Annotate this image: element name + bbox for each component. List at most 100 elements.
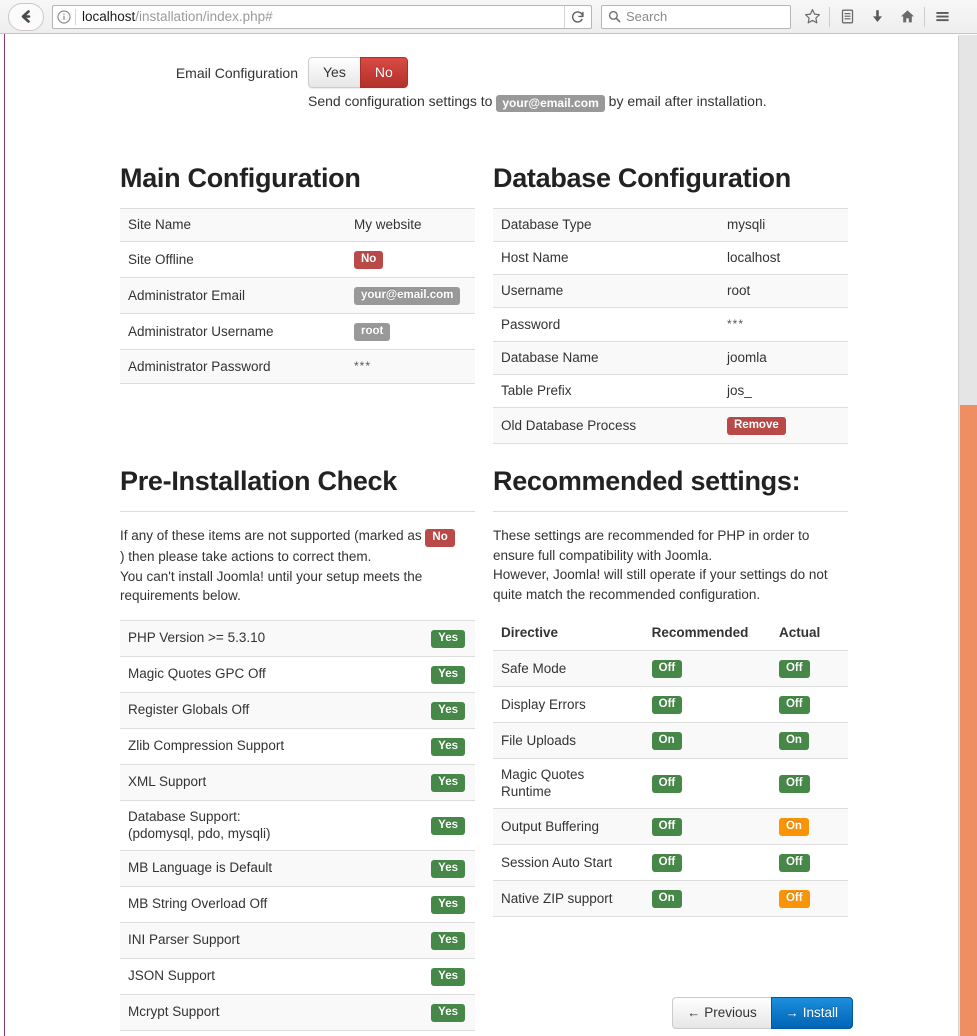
search-input[interactable]: Search [626,9,667,24]
table-cell-value: Yes [411,619,475,656]
recommended-badge: Off [651,660,683,678]
search-icon [602,6,626,28]
table-row: MB Language is Default Yes [120,849,475,886]
reading-list-icon[interactable] [832,4,862,30]
install-button[interactable]: → Install [770,997,853,1029]
recommended-settings-rows: Safe Mode Off Off Display Errors Off Off File … [493,650,848,917]
preinstall-intro-2: ) then please take actions to correct th… [120,549,372,564]
recommended-badge: Off [651,854,683,872]
table-cell-value: Yes [411,957,475,994]
main-configuration-rows: Site Name My website Site Offline No Adminis… [120,208,475,384]
table-row: Database Name joomla [493,341,848,375]
directive-name: Session Auto Start [493,844,644,881]
scrollbar-thumb[interactable] [960,405,977,1036]
table-cell-value: Yes [411,993,475,1030]
table-row: Session Auto Start Off Off [493,844,848,881]
directive-name: Safe Mode [493,650,644,687]
table-cell-value: Yes [411,1029,475,1036]
email-no-button[interactable]: No [359,57,408,88]
table-cell-value: No [346,241,475,278]
status-badge: Yes [431,773,465,792]
previous-button[interactable]: ← Previous [672,997,771,1029]
actual-badge: Off [778,854,810,872]
table-cell-value: mysqli [719,208,848,242]
table-cell-value: Off [643,686,771,723]
table-row: Register Globals Off Yes [120,691,475,728]
table-row: Old Database Process Remove [493,407,848,444]
table-cell-key: Magic Quotes GPC Off [120,655,411,692]
header-directive: Directive [501,625,559,640]
value-chip: your@email.com [354,287,461,305]
url-host: localhost [82,9,136,24]
home-icon[interactable] [892,4,922,30]
status-badge: Yes [431,895,465,914]
preinstall-check-rows: PHP Version >= 5.3.10 Yes Magic Quotes GPC… [120,619,475,1036]
table-cell-value: Yes [411,655,475,692]
table-cell-value: Off [770,844,848,881]
table-cell-key: Database Support: (pdomysql, pdo, mysqli) [120,799,411,850]
reload-icon [572,10,584,23]
header-recommended: Recommended [651,625,749,640]
email-help-suffix: by email after installation. [608,93,767,109]
table-row: Magic Quotes GPC Off Yes [120,655,475,692]
database-configuration-table: Database Type mysqli Host Name localhost Use… [493,208,848,444]
table-cell-value: root [719,274,848,308]
recommended-badge: Off [651,775,683,793]
url-text[interactable]: localhost/installation/index.php# [76,9,564,24]
back-button[interactable] [8,2,44,31]
table-row: Database Support: (pdomysql, pdo, mysqli)… [120,799,475,850]
table-row: Zlib Compression Support Yes [120,727,475,764]
directive-name: Native ZIP support [493,880,644,917]
status-badge: Yes [431,701,465,720]
page-scrollbar[interactable] [958,35,977,1036]
main-configuration-table: Site Name My website Site Offline No Adminis… [120,208,475,384]
table-row: Output Buffering Off On [493,808,848,845]
preinstall-intro-badge: No [425,529,455,547]
recommended-settings-title: Recommended settings: [493,466,801,496]
table-cell-value: Off [643,650,771,687]
masked-value: *** [727,317,745,331]
recommended-badge: Off [651,818,683,836]
preinstall-check-table: PHP Version >= 5.3.10 Yes Magic Quotes GPC… [120,619,475,1036]
email-yes-button[interactable]: Yes [308,57,360,88]
reload-button[interactable] [564,5,591,28]
table-cell-value: Yes [411,763,475,800]
recommended-settings-head: Directive Recommended Actual [493,618,848,651]
table-cell-key: Old Database Process [493,407,719,444]
info-icon[interactable] [53,6,75,28]
table-cell-value: On [770,808,848,845]
table-cell-value: *** [719,307,848,342]
main-configuration-section: Main Configuration Site Name My website Si… [120,160,475,384]
recommended-settings-table: Directive Recommended Actual Safe Mode Of… [493,618,848,917]
table-row: File Uploads On On [493,722,848,759]
email-configuration-toggle[interactable]: Yes No [308,57,408,88]
table-cell-key: configuration.php Writeable [120,1029,411,1036]
preinstall-check-section: Pre-Installation Check If any of these i… [120,463,475,1036]
table-cell-key: PHP Version >= 5.3.10 [120,619,411,656]
search-bar[interactable]: Search [601,4,791,29]
directive-name: Output Buffering [493,808,644,845]
table-row: Display Errors Off Off [493,686,848,723]
table-row: Username root [493,274,848,308]
table-cell-key: Site Offline [120,241,346,278]
recommended-intro-2: However, Joomla! will still operate if y… [493,567,828,602]
table-cell-value: Yes [411,727,475,764]
address-bar[interactable]: localhost/installation/index.php# [52,4,592,29]
table-cell-key: Register Globals Off [120,691,411,728]
recommended-badge: On [651,890,682,908]
status-badge: Yes [431,1003,465,1022]
star-icon[interactable] [797,4,827,30]
table-cell-key: Site Name [120,208,346,242]
table-cell-value: On [770,722,848,759]
hamburger-menu-icon[interactable] [927,4,957,30]
table-row: Administrator Username root [120,313,475,350]
table-cell-value: *** [346,349,475,384]
table-row: Table Prefix jos_ [493,374,848,408]
download-arrow-icon[interactable] [862,4,892,30]
value-chip: root [354,323,391,341]
recommended-intro-1: These settings are recommended for PHP i… [493,528,810,563]
status-badge: Remove [727,417,786,435]
preinstall-intro: If any of these items are not supported … [120,526,475,606]
browser-toolbar: localhost/installation/index.php# Search [0,0,977,34]
table-cell-key: Username [493,274,719,308]
